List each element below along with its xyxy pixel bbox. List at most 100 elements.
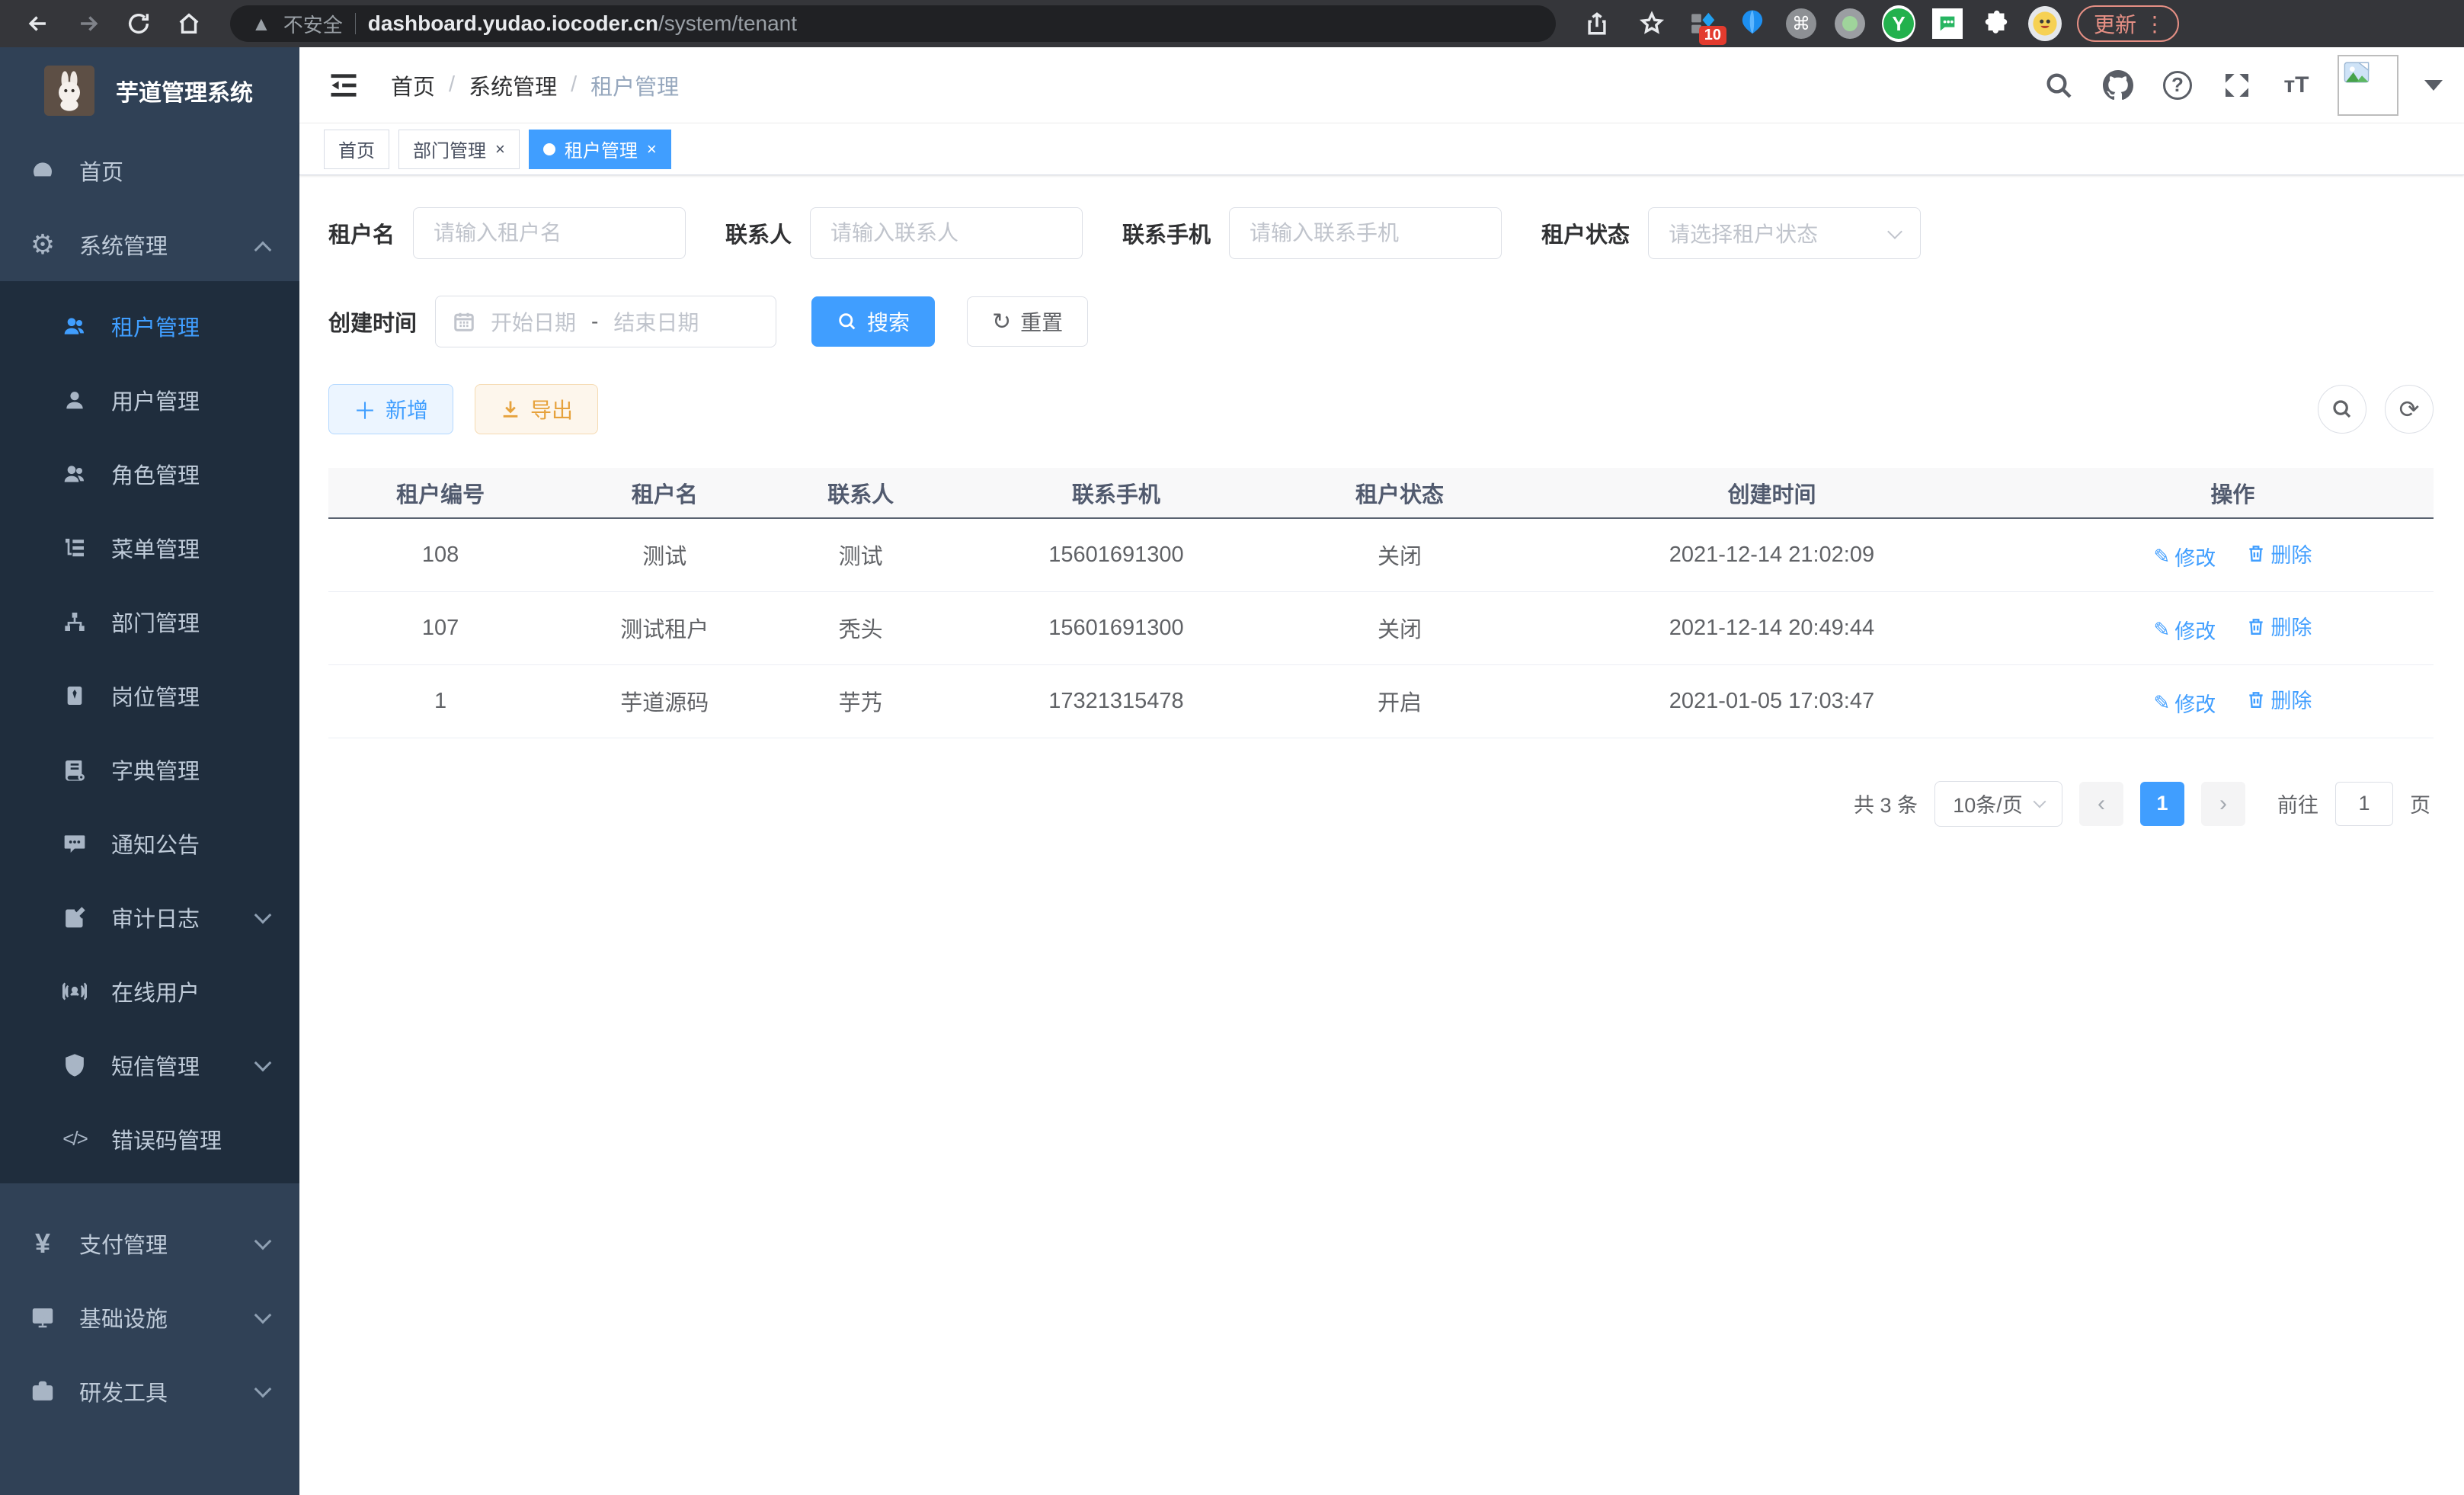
dict-book-icon <box>61 757 88 782</box>
font-size-icon[interactable]: ᴛT <box>2278 67 2315 104</box>
app-logo-row[interactable]: 芋道管理系统 <box>0 47 299 133</box>
breadcrumb-home[interactable]: 首页 <box>391 69 435 101</box>
edit-button[interactable]: ✎修改 <box>2154 542 2216 571</box>
toggle-search-button[interactable] <box>2318 385 2366 434</box>
avatar-caret-icon[interactable] <box>2424 80 2443 91</box>
next-page-button[interactable]: › <box>2201 782 2245 826</box>
tab-home[interactable]: 首页 <box>324 130 389 169</box>
sidebar-item-user[interactable]: 用户管理 <box>0 363 299 437</box>
sidebar-item-sms[interactable]: 短信管理 <box>0 1028 299 1102</box>
tenant-table: 租户编号 租户名 联系人 联系手机 租户状态 创建时间 操作 108 测试 测试 <box>328 468 2434 738</box>
tenant-name-input[interactable] <box>413 207 686 259</box>
gear-icon: ⚙ <box>29 229 56 261</box>
security-label[interactable]: 不安全 <box>283 10 343 38</box>
sidebar-item-home[interactable]: 首页 <box>0 133 299 207</box>
profile-avatar-icon[interactable] <box>2028 7 2062 40</box>
github-icon[interactable] <box>2100 67 2136 104</box>
col-mobile: 联系手机 <box>945 468 1288 518</box>
user-icon <box>61 388 88 412</box>
trash-icon <box>2246 690 2266 709</box>
users-icon <box>61 314 88 338</box>
sidebar-item-infra[interactable]: 基础设施 <box>0 1280 299 1354</box>
status-select[interactable]: 请选择租户状态 <box>1648 207 1921 259</box>
edit-button[interactable]: ✎修改 <box>2154 615 2216 645</box>
page-content: 租户名 联系人 联系手机 租户状态 请选择租户状态 创建时间 <box>299 175 2464 827</box>
extension-command-icon[interactable]: ⌘ <box>1784 7 1818 40</box>
app-title: 芋道管理系统 <box>116 74 253 107</box>
header-search-icon[interactable] <box>2040 67 2077 104</box>
sidebar-item-dict[interactable]: 字典管理 <box>0 732 299 806</box>
chevron-down-icon <box>254 1233 272 1250</box>
page-1-button[interactable]: 1 <box>2140 782 2184 826</box>
address-bar[interactable]: ▲ 不安全 dashboard.yudao.iocoder.cn/system/… <box>230 5 1556 42</box>
delete-button[interactable]: 删除 <box>2246 539 2312 568</box>
log-edit-icon <box>61 905 88 930</box>
edit-button[interactable]: ✎修改 <box>2154 688 2216 718</box>
browser-reload-icon[interactable] <box>119 4 158 43</box>
prev-page-button[interactable]: ‹ <box>2079 782 2123 826</box>
goto-page-input[interactable] <box>2335 782 2393 826</box>
tags-view-bar: 首页 部门管理 × 租户管理 × <box>299 123 2464 175</box>
sidebar-item-online-user[interactable]: 在线用户 <box>0 954 299 1028</box>
yen-icon: ¥ <box>29 1228 56 1260</box>
extension-chat-icon[interactable] <box>1931 7 1964 40</box>
user-avatar[interactable] <box>2338 55 2398 116</box>
breadcrumb-system[interactable]: 系统管理 <box>469 69 557 101</box>
sidebar-item-devtools[interactable]: 研发工具 <box>0 1354 299 1428</box>
tab-tenant[interactable]: 租户管理 × <box>529 130 671 169</box>
sidebar-item-pay[interactable]: ¥ 支付管理 <box>0 1206 299 1280</box>
url-separator <box>355 13 356 34</box>
table-row: 107 测试租户 秃头 15601691300 关闭 2021-12-14 20… <box>328 591 2434 664</box>
extension-y-icon[interactable]: Y <box>1882 7 1915 40</box>
org-tree-icon <box>61 610 88 634</box>
sidebar-item-notice[interactable]: 通知公告 <box>0 806 299 880</box>
sidebar-item-menu[interactable]: 菜单管理 <box>0 511 299 584</box>
share-icon[interactable] <box>1577 4 1617 43</box>
mobile-label: 联系手机 <box>1122 217 1211 249</box>
sidebar-item-system[interactable]: ⚙ 系统管理 <box>0 207 299 281</box>
extension-dot-icon[interactable] <box>1833 7 1867 40</box>
status-text: 关闭 <box>1288 518 1512 591</box>
close-icon[interactable]: × <box>495 139 505 159</box>
tab-dept[interactable]: 部门管理 × <box>398 130 520 169</box>
extension-tango-icon[interactable]: 10 <box>1687 7 1720 40</box>
code-icon: </> <box>61 1127 88 1151</box>
browser-update-button[interactable]: 更新 ⋮ <box>2077 5 2179 42</box>
page-size-select[interactable]: 10条/页 <box>1934 781 2062 827</box>
sidebar-item-tenant[interactable]: 租户管理 <box>0 289 299 363</box>
date-range-picker[interactable]: 开始日期 - 结束日期 <box>435 296 776 347</box>
browser-back-icon[interactable] <box>18 4 58 43</box>
reset-button[interactable]: ↻ 重置 <box>967 296 1088 347</box>
browser-home-icon[interactable] <box>169 4 209 43</box>
mobile-input[interactable] <box>1229 207 1502 259</box>
browser-forward-icon[interactable] <box>69 4 108 43</box>
delete-button[interactable]: 删除 <box>2246 684 2312 714</box>
extension-balloon-icon[interactable] <box>1736 7 1769 40</box>
search-button[interactable]: 搜索 <box>811 296 935 347</box>
date-start-placeholder: 开始日期 <box>491 306 576 337</box>
date-end-placeholder: 结束日期 <box>613 306 699 337</box>
col-tenant-name: 租户名 <box>552 468 776 518</box>
app-logo <box>44 66 94 116</box>
help-icon[interactable]: ? <box>2159 67 2196 104</box>
bookmark-star-icon[interactable] <box>1632 4 1672 43</box>
delete-button[interactable]: 删除 <box>2246 611 2312 641</box>
sidebar-item-audit-log[interactable]: 审计日志 <box>0 880 299 954</box>
close-icon[interactable]: × <box>647 139 657 159</box>
export-button[interactable]: 导出 <box>475 384 598 434</box>
chevron-down-icon <box>2033 795 2046 808</box>
sidebar-item-post[interactable]: 岗位管理 <box>0 658 299 732</box>
url-text[interactable]: dashboard.yudao.iocoder.cn/system/tenant <box>368 11 797 36</box>
sidebar-toggle-icon[interactable] <box>327 69 360 102</box>
sidebar-item-errcode[interactable]: </> 错误码管理 <box>0 1102 299 1176</box>
refresh-table-button[interactable]: ⟳ <box>2385 385 2434 434</box>
extensions-puzzle-icon[interactable] <box>1979 7 2013 40</box>
sidebar-item-role[interactable]: 角色管理 <box>0 437 299 511</box>
fullscreen-icon[interactable] <box>2219 67 2255 104</box>
contact-input[interactable] <box>810 207 1083 259</box>
sidebar-item-dept[interactable]: 部门管理 <box>0 584 299 658</box>
browser-menu-icon[interactable]: ⋮ <box>2144 11 2165 37</box>
add-button[interactable]: ＋ 新增 <box>328 384 453 434</box>
col-contact: 联系人 <box>776 468 945 518</box>
edit-icon: ✎ <box>2154 618 2171 642</box>
